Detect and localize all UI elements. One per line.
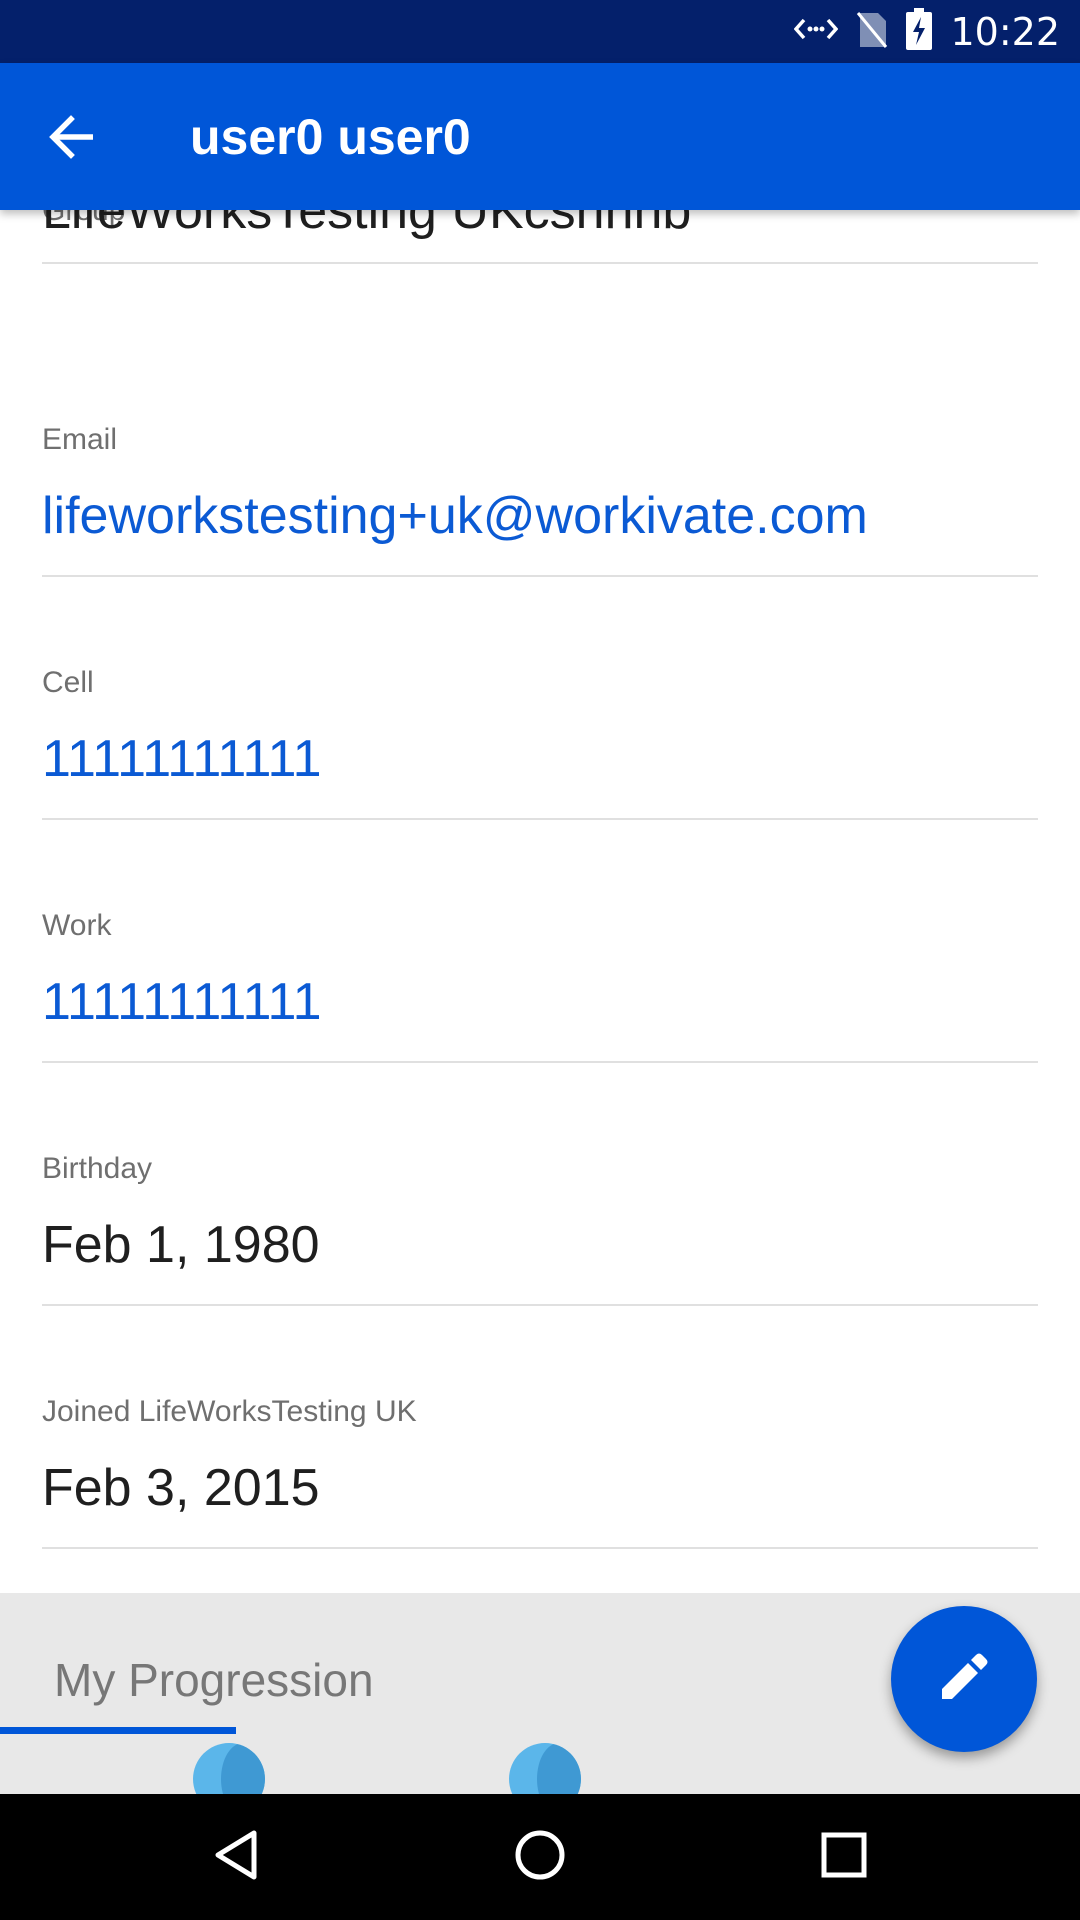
divider (42, 1061, 1038, 1063)
progress-orb-icon[interactable] (509, 1743, 581, 1794)
cell-label: Cell (42, 666, 94, 699)
birthday-label: Birthday (42, 1152, 153, 1185)
profile-details[interactable]: Group LifeWorksTesting UKcsnhnb Email li… (0, 210, 1080, 1593)
cell-phone-link[interactable]: 11111111111 (42, 728, 322, 790)
no-sim-icon (856, 9, 888, 54)
progression-title: My Progression (54, 1654, 374, 1706)
nav-recents-button[interactable] (799, 1814, 889, 1900)
birthday-field: Birthday Feb 1, 1980 (42, 1152, 1038, 1312)
work-label: Work (42, 909, 112, 942)
joined-field: Joined LifeWorksTesting UK Feb 3, 2015 (42, 1395, 1038, 1555)
divider (42, 575, 1038, 577)
cell-row[interactable]: 11111111111 (42, 728, 1038, 820)
birthday-value: Feb 1, 1980 (42, 1216, 320, 1274)
status-time: 10:22 (950, 9, 1060, 54)
divider (42, 262, 1038, 264)
email-link[interactable]: lifeworkstesting+uk@workivate.com (42, 485, 868, 547)
app-bar: user0 user0 (0, 63, 1080, 210)
back-triangle-icon (212, 1829, 260, 1886)
cell-field: Cell (42, 666, 1038, 736)
joined-label: Joined LifeWorksTesting UK (42, 1395, 417, 1428)
joined-value: Feb 3, 2015 (42, 1459, 320, 1517)
email-field: Email (42, 423, 1038, 493)
divider (42, 1304, 1038, 1306)
recents-square-icon (820, 1831, 868, 1884)
pencil-edit-icon (938, 1651, 990, 1708)
home-circle-icon (513, 1828, 567, 1887)
email-row[interactable]: lifeworkstesting+uk@workivate.com (42, 485, 1038, 577)
back-button[interactable] (30, 97, 114, 181)
progress-orb-icon[interactable] (193, 1743, 265, 1794)
divider (42, 1547, 1038, 1549)
nav-back-button[interactable] (191, 1814, 281, 1900)
arrow-back-icon (47, 114, 97, 164)
navigation-bar (0, 1794, 1080, 1920)
email-label: Email (42, 423, 118, 456)
page-title: user0 user0 (190, 109, 471, 165)
tab-indicator (0, 1727, 236, 1734)
status-icons: 10:22 (794, 0, 1060, 63)
work-field: Work (42, 909, 1038, 979)
work-phone-link[interactable]: 11111111111 (42, 971, 322, 1033)
divider (42, 818, 1038, 820)
data-sync-icon (794, 14, 839, 49)
work-row[interactable]: 11111111111 (42, 971, 1038, 1063)
group-field: Group LifeWorksTesting UKcsnhnb (42, 210, 1038, 310)
battery-charging-icon (906, 8, 933, 55)
group-value: LifeWorksTesting UKcsnhnb (42, 210, 692, 240)
nav-home-button[interactable] (495, 1814, 585, 1900)
edit-profile-button[interactable] (891, 1606, 1037, 1752)
status-bar: 10:22 (0, 0, 1080, 63)
